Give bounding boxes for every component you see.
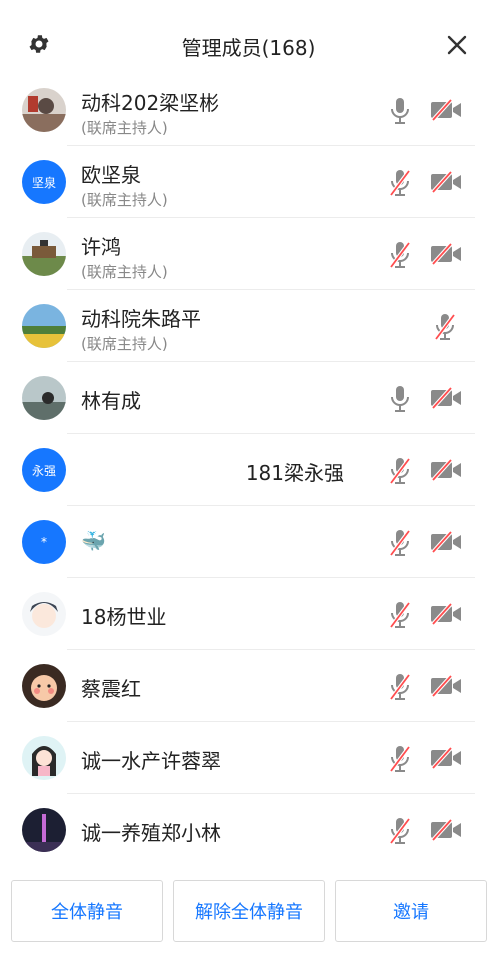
member-row[interactable]: 动科202梁坚彬 (联席主持人) [0,74,497,146]
avatar [22,376,66,420]
member-name: 欧坚泉 [81,163,141,187]
member-list: 动科202梁坚彬 (联席主持人) 坚泉 欧坚泉 (联席主持人) 许鸿 (联席主持… [0,74,497,866]
microphone-muted-icon[interactable] [388,672,412,702]
member-row[interactable]: 诚一养殖郑小林 [0,794,497,866]
camera-off-icon[interactable] [430,459,462,481]
member-row[interactable]: 许鸿 (联席主持人) [0,218,497,290]
member-name: 许鸿 [81,235,121,259]
member-role: (联席主持人) [81,335,168,353]
member-role: (联席主持人) [81,191,168,209]
microphone-muted-icon[interactable] [388,816,412,846]
avatar [22,88,66,132]
member-name: 林有成 [81,389,141,413]
member-row[interactable]: 蔡震红 [0,650,497,722]
footer-actions: 全体静音 解除全体静音 邀请 [0,880,497,944]
microphone-icon[interactable] [388,96,412,126]
member-name: 诚一水产许蓉翠 [81,749,221,773]
member-name: 蔡震红 [81,677,141,701]
unmute-all-button[interactable]: 解除全体静音 [173,880,325,942]
avatar [22,736,66,780]
member-name: 🐳 [81,529,106,553]
mute-all-button[interactable]: 全体静音 [11,880,163,942]
microphone-muted-icon[interactable] [388,456,412,486]
microphone-muted-icon[interactable] [433,312,457,342]
microphone-muted-icon[interactable] [388,168,412,198]
avatar: * [22,520,66,564]
avatar: 坚泉 [22,160,66,204]
avatar [22,664,66,708]
avatar: 永强 [22,448,66,492]
avatar [22,232,66,276]
camera-off-icon[interactable] [430,531,462,553]
member-role: (联席主持人) [81,263,168,281]
member-row[interactable]: 动科院朱路平 (联席主持人) [0,290,497,362]
camera-off-icon[interactable] [430,99,462,121]
member-name: 18杨世业 [81,605,167,629]
member-name: 动科202梁坚彬 [81,91,220,115]
member-row[interactable]: 林有成 [0,362,497,434]
invite-button[interactable]: 邀请 [335,880,487,942]
member-row[interactable]: 坚泉 欧坚泉 (联席主持人) [0,146,497,218]
camera-off-icon[interactable] [430,171,462,193]
avatar [22,304,66,348]
camera-off-icon[interactable] [430,819,462,841]
camera-off-icon[interactable] [430,603,462,625]
microphone-icon[interactable] [388,384,412,414]
microphone-muted-icon[interactable] [388,240,412,270]
member-name: 动科院朱路平 [81,307,201,331]
page-title: 管理成员(168) [181,36,316,60]
member-role: (联席主持人) [81,119,168,137]
member-name: 181梁永强 [245,461,344,485]
member-row[interactable]: * 🐳 [0,506,497,578]
microphone-muted-icon[interactable] [388,528,412,558]
camera-off-icon[interactable] [430,747,462,769]
camera-off-icon[interactable] [430,675,462,697]
member-name: 诚一养殖郑小林 [81,821,221,845]
avatar [22,808,66,852]
member-row[interactable]: 诚一水产许蓉翠 [0,722,497,794]
member-row[interactable]: 永强 181梁永强 [0,434,497,506]
avatar [22,592,66,636]
camera-off-icon[interactable] [430,387,462,409]
close-icon[interactable] [445,33,469,57]
member-row[interactable]: 18杨世业 [0,578,497,650]
microphone-muted-icon[interactable] [388,600,412,630]
microphone-muted-icon[interactable] [388,744,412,774]
camera-off-icon[interactable] [430,243,462,265]
